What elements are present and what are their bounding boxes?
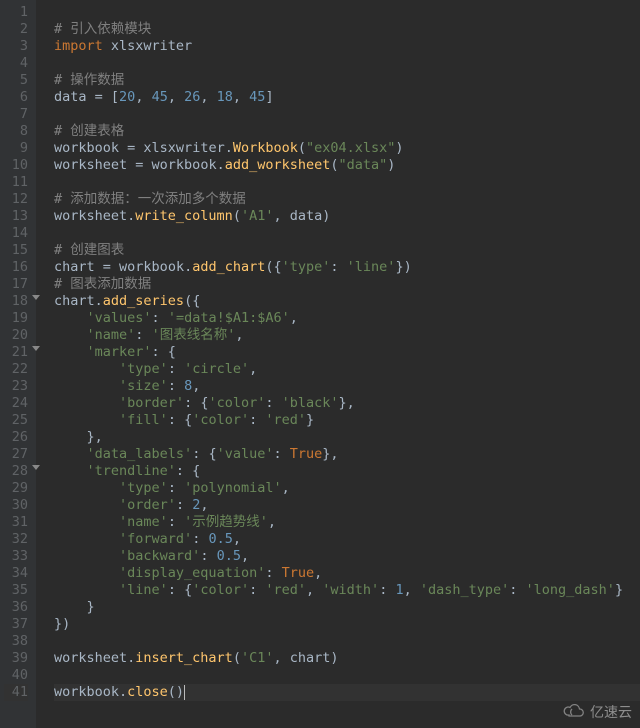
line-number: 14 [4,225,28,242]
code-line[interactable]: 'fill': {'color': 'red'} [54,412,640,429]
line-number: 34 [4,565,28,582]
code-line[interactable]: workbook = xlsxwriter.Workbook("ex04.xls… [54,140,640,157]
gutter: 1234567891011121314151617181920212223242… [0,0,36,728]
code-line[interactable]: 'type': 'circle', [54,361,640,378]
line-number: 18 [4,293,28,310]
code-line[interactable]: }) [54,616,640,633]
code-line[interactable] [54,667,640,684]
code-line[interactable] [54,55,640,72]
fold-icon[interactable] [32,346,40,351]
code-line[interactable]: # 创建表格 [54,123,640,140]
code-line[interactable]: } [54,599,640,616]
code-line[interactable]: # 引入依赖模块 [54,21,640,38]
code-line[interactable]: 'order': 2, [54,497,640,514]
text-cursor [184,685,185,700]
line-number: 8 [4,123,28,140]
code-line[interactable]: data = [20, 45, 26, 18, 45] [54,89,640,106]
code-line[interactable] [54,633,640,650]
line-number: 1 [4,4,28,21]
code-line[interactable]: import xlsxwriter [54,38,640,55]
code-line[interactable]: chart.add_series({ [54,293,640,310]
code-line[interactable]: # 图表添加数据 [54,276,640,293]
line-number: 17 [4,276,28,293]
code-line[interactable]: # 添加数据：一次添加多个数据 [54,191,640,208]
line-number: 29 [4,480,28,497]
line-number: 31 [4,514,28,531]
line-number: 15 [4,242,28,259]
line-number: 40 [4,667,28,684]
code-line[interactable]: 'name': '示例趋势线', [54,514,640,531]
code-line[interactable]: 'values': '=data!$A1:$A6', [54,310,640,327]
code-line[interactable]: 'name': '图表线名称', [54,327,640,344]
line-number: 35 [4,582,28,599]
line-number: 23 [4,378,28,395]
code-area[interactable]: # 引入依赖模块import xlsxwriter # 操作数据data = [2… [36,0,640,728]
code-line[interactable]: worksheet.write_column('A1', data) [54,208,640,225]
code-line[interactable]: # 操作数据 [54,72,640,89]
line-number: 28 [4,463,28,480]
code-line[interactable]: 'line': {'color': 'red', 'width': 1, 'da… [54,582,640,599]
line-number: 36 [4,599,28,616]
code-line[interactable] [54,4,640,21]
cloud-icon [562,702,586,722]
code-line[interactable]: worksheet.insert_chart('C1', chart) [54,650,640,667]
line-number: 37 [4,616,28,633]
line-number: 21 [4,344,28,361]
line-number: 41 [4,684,28,701]
line-number: 6 [4,89,28,106]
code-editor[interactable]: 1234567891011121314151617181920212223242… [0,0,640,728]
code-line[interactable]: 'backward': 0.5, [54,548,640,565]
fold-icon[interactable] [32,295,40,300]
line-number: 2 [4,21,28,38]
line-number: 9 [4,140,28,157]
line-number: 10 [4,157,28,174]
code-line[interactable] [54,106,640,123]
line-number: 12 [4,191,28,208]
code-line[interactable] [54,225,640,242]
code-line[interactable]: workbook.close() [54,684,640,701]
line-number: 11 [4,174,28,191]
code-line[interactable]: 'data_labels': {'value': True}, [54,446,640,463]
line-number: 20 [4,327,28,344]
code-line[interactable]: 'trendline': { [54,463,640,480]
code-line[interactable]: 'marker': { [54,344,640,361]
line-number: 32 [4,531,28,548]
code-line[interactable]: }, [54,429,640,446]
code-line[interactable] [54,174,640,191]
fold-icon[interactable] [32,465,40,470]
code-line[interactable]: chart = workbook.add_chart({'type': 'lin… [54,259,640,276]
line-number: 4 [4,55,28,72]
watermark: 亿速云 [562,702,632,722]
code-line[interactable]: 'size': 8, [54,378,640,395]
code-line[interactable]: 'display_equation': True, [54,565,640,582]
line-number: 19 [4,310,28,327]
line-number: 27 [4,446,28,463]
line-number: 24 [4,395,28,412]
line-number: 7 [4,106,28,123]
code-line[interactable]: 'border': {'color': 'black'}, [54,395,640,412]
line-number: 30 [4,497,28,514]
line-number: 13 [4,208,28,225]
code-line[interactable]: 'type': 'polynomial', [54,480,640,497]
code-line[interactable]: # 创建图表 [54,242,640,259]
code-line[interactable]: 'forward': 0.5, [54,531,640,548]
line-number: 5 [4,72,28,89]
line-number: 25 [4,412,28,429]
code-line[interactable]: worksheet = workbook.add_worksheet("data… [54,157,640,174]
line-number: 3 [4,38,28,55]
line-number: 16 [4,259,28,276]
watermark-label: 亿速云 [590,702,632,722]
line-number: 22 [4,361,28,378]
line-number: 33 [4,548,28,565]
line-number: 38 [4,633,28,650]
line-number: 39 [4,650,28,667]
line-number: 26 [4,429,28,446]
